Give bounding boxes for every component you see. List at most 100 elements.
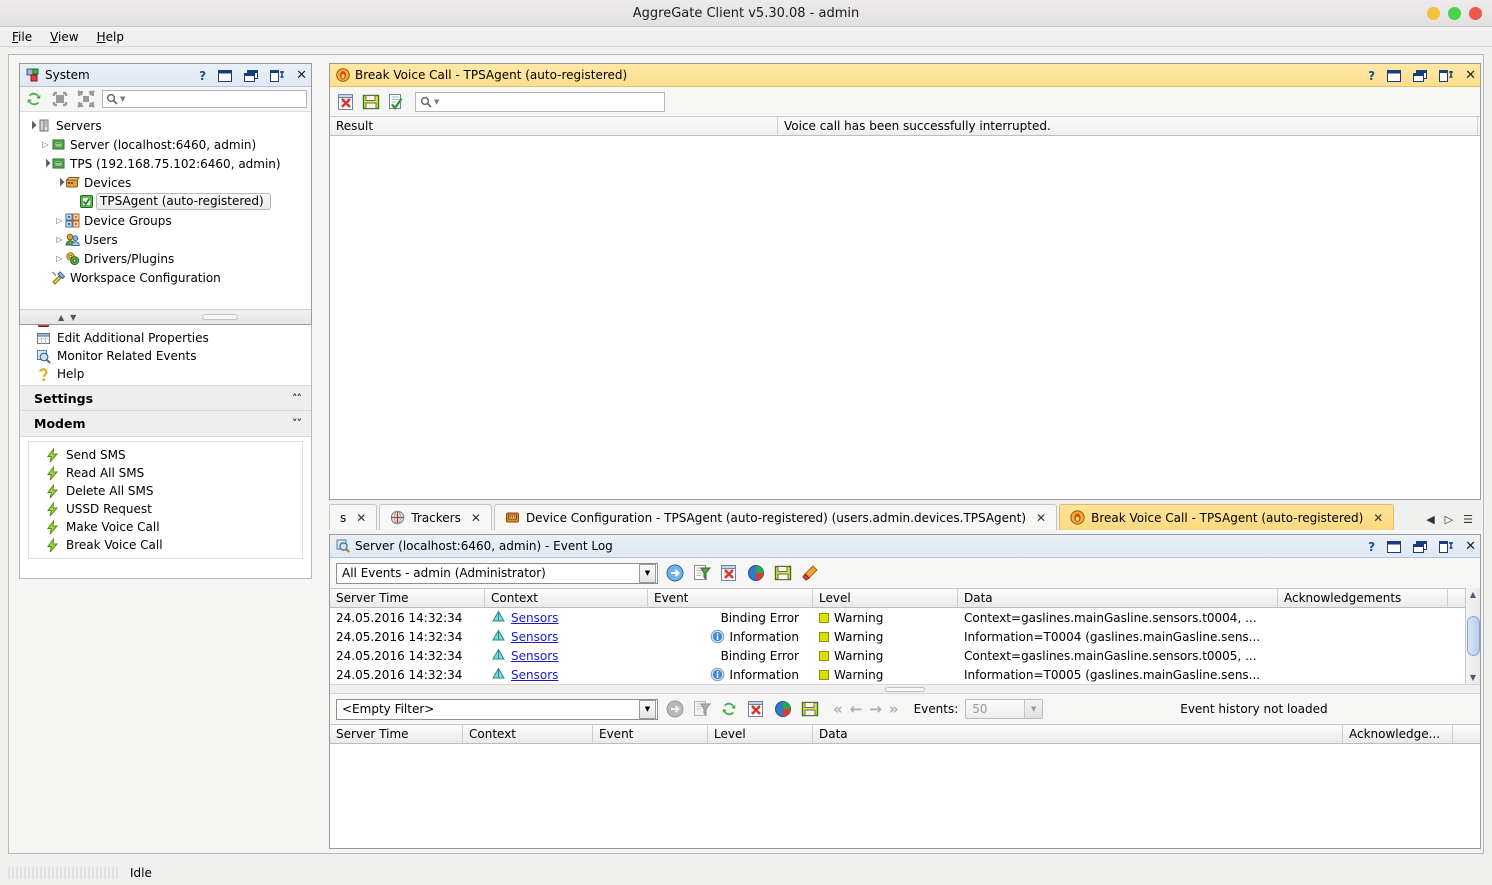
prev-page-icon[interactable]: ← (850, 700, 863, 718)
event-log-row[interactable]: 24.05.2016 14:32:34 Sensors Information War… (330, 665, 1465, 684)
event-log-column-header[interactable]: Data (958, 589, 1278, 607)
clear-table-icon-ev[interactable] (719, 563, 739, 583)
apply-icon[interactable] (386, 92, 406, 112)
tab-s[interactable]: s ✕ (329, 504, 378, 530)
first-page-icon[interactable]: « (833, 700, 843, 718)
menu-view[interactable]: View (44, 29, 84, 45)
bvc-help-button[interactable]: ? (1368, 70, 1375, 82)
tree-node-devices[interactable]: Devices (26, 173, 311, 192)
action-help[interactable]: Help (20, 365, 311, 383)
restore-panel-button[interactable] (244, 69, 259, 82)
tab-trackers[interactable]: Trackers ✕ (379, 504, 492, 530)
save-icon-history[interactable] (800, 699, 820, 719)
chevron-right-icon[interactable] (54, 235, 65, 244)
event-history-column-header[interactable]: Acknowledge... (1343, 725, 1453, 743)
chevron-down-icon-count[interactable]: ▼ (1024, 700, 1043, 718)
clear-table-icon[interactable] (336, 92, 356, 112)
tab-close-icon[interactable]: ✕ (1373, 511, 1383, 525)
pin-panel-button[interactable] (270, 69, 285, 82)
chevron-up-icon[interactable]: ˄˄ (292, 392, 302, 405)
tree-node-device-groups[interactable]: Device Groups (26, 211, 311, 230)
ev-restore-button[interactable] (1413, 540, 1428, 553)
scrollbar-thumb[interactable] (1466, 616, 1480, 656)
resize-grip[interactable] (202, 314, 239, 320)
modem-action-break-voice-call[interactable]: Break Voice Call (29, 536, 302, 554)
event-log-row[interactable]: 24.05.2016 14:32:34 Sensors Binding Error W… (330, 608, 1465, 627)
tab-device[interactable]: Device Configuration - TPSAgent (auto-re… (493, 504, 1058, 530)
ev-pin-button[interactable] (1439, 540, 1454, 553)
event-log-column-header[interactable]: Server Time (330, 589, 485, 607)
tab-close-icon[interactable]: ✕ (1036, 511, 1046, 525)
next-page-icon[interactable]: → (869, 700, 882, 718)
tab-next-button[interactable]: ▷ (1445, 513, 1453, 526)
tree-node-drivers-plugins[interactable]: Drivers/Plugins (26, 249, 311, 268)
tree-node-tps-192-168-75-102-6460-admin[interactable]: TPS (192.168.75.102:6460, admin) (26, 154, 311, 173)
break-voice-call-search-input[interactable]: ▼ (415, 91, 665, 112)
event-context-cell[interactable]: Sensors (485, 610, 648, 625)
chevron-down-icon[interactable] (54, 178, 65, 187)
event-history-column-header[interactable]: Data (813, 725, 1343, 743)
bvc-restore-button[interactable] (1413, 69, 1428, 82)
menu-help[interactable]: Help (91, 29, 130, 45)
history-filter-select[interactable]: <Empty Filter> ▼ (336, 698, 658, 720)
chevron-right-icon[interactable] (40, 140, 51, 149)
tab-prev-button[interactable]: ◀ (1426, 513, 1434, 526)
chevron-down-icon[interactable] (40, 159, 51, 168)
tree-node-users[interactable]: Users (26, 230, 311, 249)
system-search-input[interactable]: ▼ (102, 90, 307, 108)
system-tree[interactable]: Servers Server (localhost:6460, admin) TPS… (20, 112, 311, 302)
go-icon-history[interactable] (665, 699, 685, 719)
refresh-icon-history[interactable] (719, 699, 739, 719)
ev-close-button[interactable]: ✕ (1465, 540, 1476, 553)
tab-close-icon[interactable]: ✕ (471, 511, 481, 525)
settings-section-header[interactable]: Settings ˄˄ (20, 385, 311, 411)
bvc-maximize-button[interactable] (1387, 69, 1402, 82)
bvc-column-header[interactable]: Voice call has been successfully interru… (778, 117, 1478, 135)
bvc-column-header[interactable]: Result (330, 117, 778, 135)
tree-node-server-localhost-6460-admin[interactable]: Server (localhost:6460, admin) (26, 135, 311, 154)
event-context-cell[interactable]: Sensors (485, 648, 648, 663)
tree-node-workspace-configuration[interactable]: Workspace Configuration (26, 268, 311, 287)
event-log-splitter[interactable] (330, 684, 1480, 694)
modem-section-header[interactable]: Modem ˅˅ (20, 411, 311, 437)
save-icon-ev[interactable] (773, 563, 793, 583)
event-log-column-header[interactable]: Context (485, 589, 648, 607)
tree-node-tpsagent-auto-registered[interactable]: TPSAgent (auto-registered) (26, 192, 311, 211)
sort-asc-icon[interactable]: ▲ (58, 313, 64, 322)
filter-icon[interactable] (692, 563, 712, 583)
chevron-down-icon-filter[interactable]: ▼ (639, 563, 656, 583)
event-history-grid-body[interactable] (330, 744, 1480, 822)
chevron-right-icon[interactable] (54, 216, 65, 225)
tab-list-button[interactable]: ☰ (1463, 513, 1473, 526)
event-log-grid-body[interactable]: 24.05.2016 14:32:34 Sensors Binding Error W… (330, 608, 1465, 684)
chevron-down-icon-history[interactable]: ▼ (639, 699, 656, 719)
menu-file[interactable]: FFileile (6, 29, 38, 45)
event-log-column-header[interactable]: Acknowledgements (1278, 589, 1448, 607)
refresh-icon[interactable] (24, 89, 44, 109)
modem-action-send-sms[interactable]: Send SMS (29, 446, 302, 464)
event-context-cell[interactable]: Sensors (485, 629, 648, 644)
bvc-pin-button[interactable] (1439, 69, 1454, 82)
help-button[interactable]: ? (199, 70, 206, 82)
minimize-button[interactable] (1427, 7, 1440, 20)
filter-icon-history[interactable] (692, 699, 712, 719)
tree-node-servers[interactable]: Servers (26, 116, 311, 135)
chart-icon-history[interactable] (773, 699, 793, 719)
bvc-close-button[interactable]: ✕ (1465, 69, 1476, 82)
sort-desc-icon[interactable]: ▼ (70, 313, 76, 322)
event-log-scrollbar[interactable]: ▲ ▼ (1465, 588, 1480, 684)
scroll-up-icon[interactable]: ▲ (1467, 588, 1480, 601)
expand-all-icon[interactable] (50, 89, 70, 109)
ev-maximize-button[interactable] (1387, 540, 1402, 553)
last-page-icon[interactable]: » (889, 700, 899, 718)
close-button[interactable] (1469, 7, 1482, 20)
clear-table-icon-history[interactable] (746, 699, 766, 719)
modem-action-make-voice-call[interactable]: Make Voice Call (29, 518, 302, 536)
modem-action-read-all-sms[interactable]: Read All SMS (29, 464, 302, 482)
maximize-panel-button[interactable] (218, 69, 233, 82)
tab-break[interactable]: Break Voice Call - TPSAgent (auto-regist… (1059, 504, 1395, 530)
action-monitor-related-events[interactable]: Monitor Related Events (20, 347, 311, 365)
collapse-all-icon[interactable] (76, 89, 96, 109)
event-log-column-header[interactable]: Level (813, 589, 958, 607)
event-history-column-header[interactable]: Server Time (330, 725, 463, 743)
